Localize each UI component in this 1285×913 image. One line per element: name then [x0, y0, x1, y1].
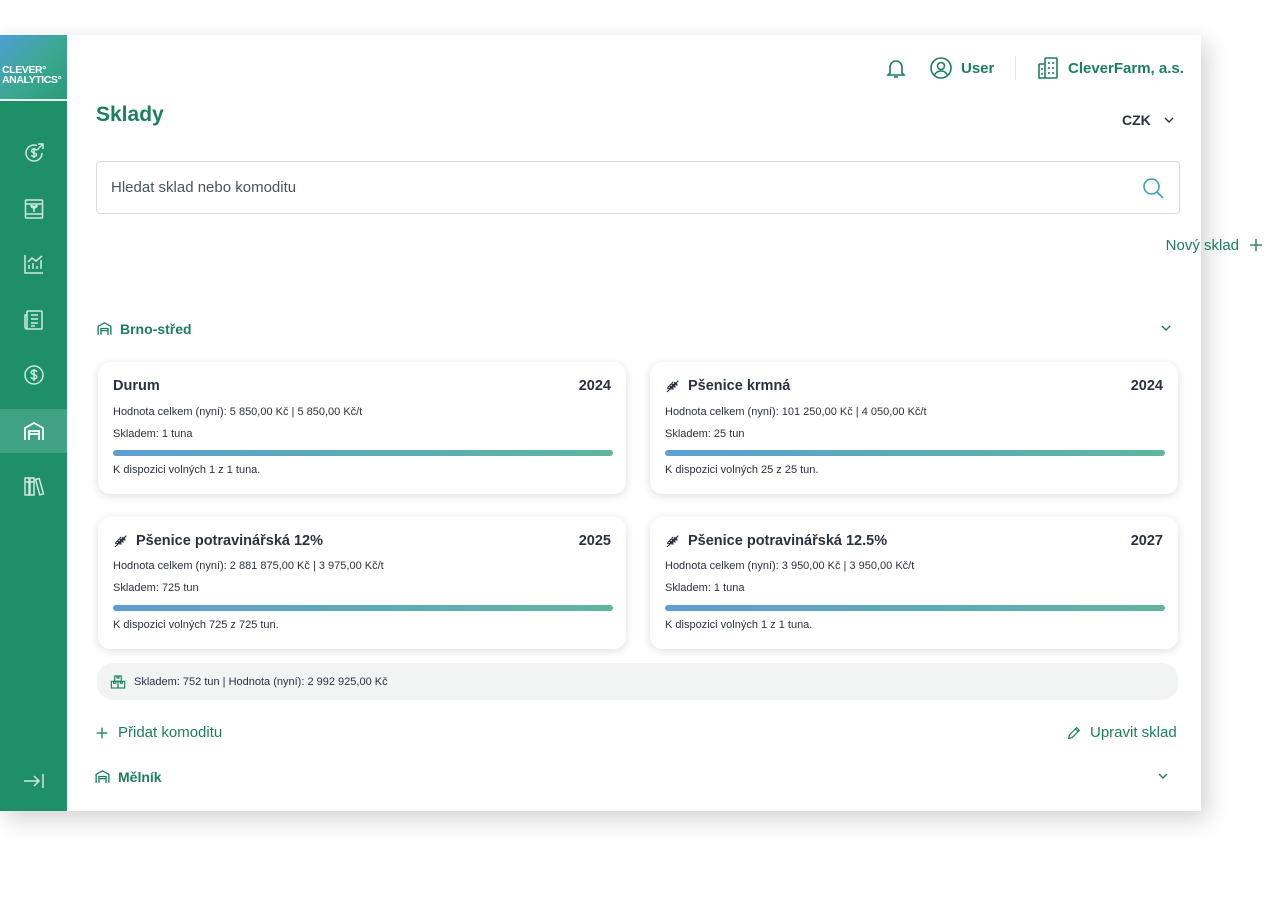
availability-bar — [113, 605, 613, 611]
edit-warehouse-button[interactable]: Upravit sklad — [1066, 724, 1177, 741]
commodity-value: Hodnota celkem (nyní): 5 850,00 Kč | 5 8… — [113, 406, 363, 418]
add-commodity-button[interactable]: Přidat komoditu — [94, 724, 222, 741]
plus-icon — [96, 727, 108, 738]
edit-warehouse-label: Upravit sklad — [1090, 724, 1177, 741]
pencil-icon — [1067, 726, 1081, 739]
collapse-arrow-icon — [23, 774, 44, 788]
boxes-icon — [110, 674, 126, 689]
currency-value: CZK — [1122, 112, 1151, 128]
header-divider — [1015, 56, 1016, 80]
seedling-box-icon — [24, 199, 43, 219]
logo-line-2: ANALYTICS° — [2, 74, 62, 86]
search-icon[interactable] — [1141, 176, 1165, 200]
sidebar-item-documents[interactable] — [0, 298, 67, 342]
commodity-available: K dispozici volných 1 z 1 tuna. — [665, 619, 813, 631]
new-warehouse-label: Nový sklad — [1165, 236, 1239, 254]
commodity-year: 2025 — [578, 533, 611, 549]
commodity-stock: Skladem: 725 tun — [113, 582, 199, 594]
warehouse-name: Brno-střed — [120, 320, 192, 337]
building-icon — [1038, 57, 1058, 79]
currency-select[interactable]: CZK — [1122, 112, 1177, 128]
wheat-icon — [666, 380, 679, 393]
warehouse-header-brno[interactable]: Brno-střed — [96, 320, 192, 337]
commodity-available: K dispozici volných 1 z 1 tuna. — [113, 464, 261, 476]
company-selector[interactable]: CleverFarm, a.s. — [1036, 56, 1184, 80]
notification-bell-icon[interactable] — [884, 56, 908, 80]
warehouse-summary: Skladem: 752 tun | Hodnota (nyní): 2 992… — [97, 663, 1178, 700]
document-list-icon — [23, 310, 43, 330]
sidebar-item-prices[interactable] — [0, 353, 67, 397]
availability-bar-fill — [665, 450, 1165, 456]
chevron-down-icon[interactable] — [1155, 768, 1171, 784]
page-title: Sklady — [96, 103, 164, 126]
availability-bar-fill — [665, 605, 1165, 611]
commodity-title: Pšenice potravinářská 12.5% — [665, 533, 887, 549]
warehouse-icon — [97, 322, 112, 335]
user-avatar-icon — [930, 57, 952, 79]
commodity-card[interactable]: Pšenice potravinářská 12.5% 2027 Hodnota… — [650, 517, 1178, 649]
summary-text: Skladem: 752 tun | Hodnota (nyní): 2 992… — [134, 675, 388, 688]
wheat-icon — [114, 535, 127, 548]
availability-bar — [665, 450, 1165, 456]
search-input[interactable] — [111, 162, 1111, 213]
commodity-available: K dispozici volných 25 z 25 tun. — [665, 464, 819, 476]
warehouse-name: Mělník — [118, 768, 162, 785]
availability-bar-fill — [113, 605, 613, 611]
availability-bar-fill — [113, 450, 613, 456]
wheat-icon — [666, 535, 679, 548]
warehouse-icon — [23, 421, 44, 440]
library-icon — [23, 477, 44, 496]
top-bar: User CleverFarm, a.s. — [67, 35, 1201, 101]
warehouse-header-melnik[interactable]: Mělník — [94, 768, 162, 785]
chevron-down-icon — [1164, 117, 1174, 123]
commodity-stock: Skladem: 1 tuna — [113, 428, 193, 440]
commodity-value: Hodnota celkem (nyní): 2 881 875,00 Kč |… — [113, 560, 384, 572]
commodity-title: Pšenice krmná — [665, 378, 790, 394]
search-box — [96, 161, 1180, 214]
new-warehouse-button[interactable]: Nový sklad — [1166, 236, 1265, 254]
money-growth-icon — [24, 143, 44, 162]
sidebar-item-seeds[interactable] — [0, 187, 67, 231]
brand-logo[interactable]: CLEVER° ANALYTICS° — [0, 35, 67, 101]
commodity-title: Durum — [113, 378, 160, 394]
bar-chart-icon — [23, 255, 43, 274]
commodity-year: 2027 — [1130, 533, 1163, 549]
sidebar-item-warehouses[interactable] — [0, 409, 67, 453]
availability-bar — [113, 450, 613, 456]
sidebar-collapse[interactable] — [0, 769, 67, 793]
commodity-card[interactable]: Pšenice krmná 2024 Hodnota celkem (nyní)… — [650, 362, 1178, 494]
warehouse-icon — [95, 770, 110, 783]
commodity-card[interactable]: Durum 2024 Hodnota celkem (nyní): 5 850,… — [98, 362, 626, 494]
commodity-stock: Skladem: 25 tun — [665, 428, 745, 440]
sidebar-item-finance[interactable] — [0, 131, 67, 175]
company-label: CleverFarm, a.s. — [1068, 59, 1184, 77]
add-commodity-label: Přidat komoditu — [118, 724, 223, 741]
commodity-value: Hodnota celkem (nyní): 3 950,00 Kč | 3 9… — [665, 560, 915, 572]
plus-icon — [1250, 239, 1262, 251]
commodity-value: Hodnota celkem (nyní): 101 250,00 Kč | 4… — [665, 406, 927, 418]
commodity-title: Pšenice potravinářská 12% — [113, 533, 323, 549]
commodity-year: 2024 — [1130, 378, 1163, 394]
commodity-available: K dispozici volných 725 z 725 tun. — [113, 619, 279, 631]
user-label: User — [961, 59, 995, 77]
sidebar: CLEVER° ANALYTICS° — [0, 35, 67, 811]
commodity-card[interactable]: Pšenice potravinářská 12% 2025 Hodnota c… — [98, 517, 626, 649]
commodity-year: 2024 — [578, 378, 611, 394]
availability-bar — [665, 605, 1165, 611]
commodity-stock: Skladem: 1 tuna — [665, 582, 745, 594]
dollar-coin-icon — [23, 365, 44, 385]
sidebar-item-analytics[interactable] — [0, 242, 67, 286]
user-menu[interactable]: User — [929, 56, 994, 80]
sidebar-item-library[interactable] — [0, 464, 67, 508]
chevron-down-icon[interactable] — [1158, 320, 1174, 336]
